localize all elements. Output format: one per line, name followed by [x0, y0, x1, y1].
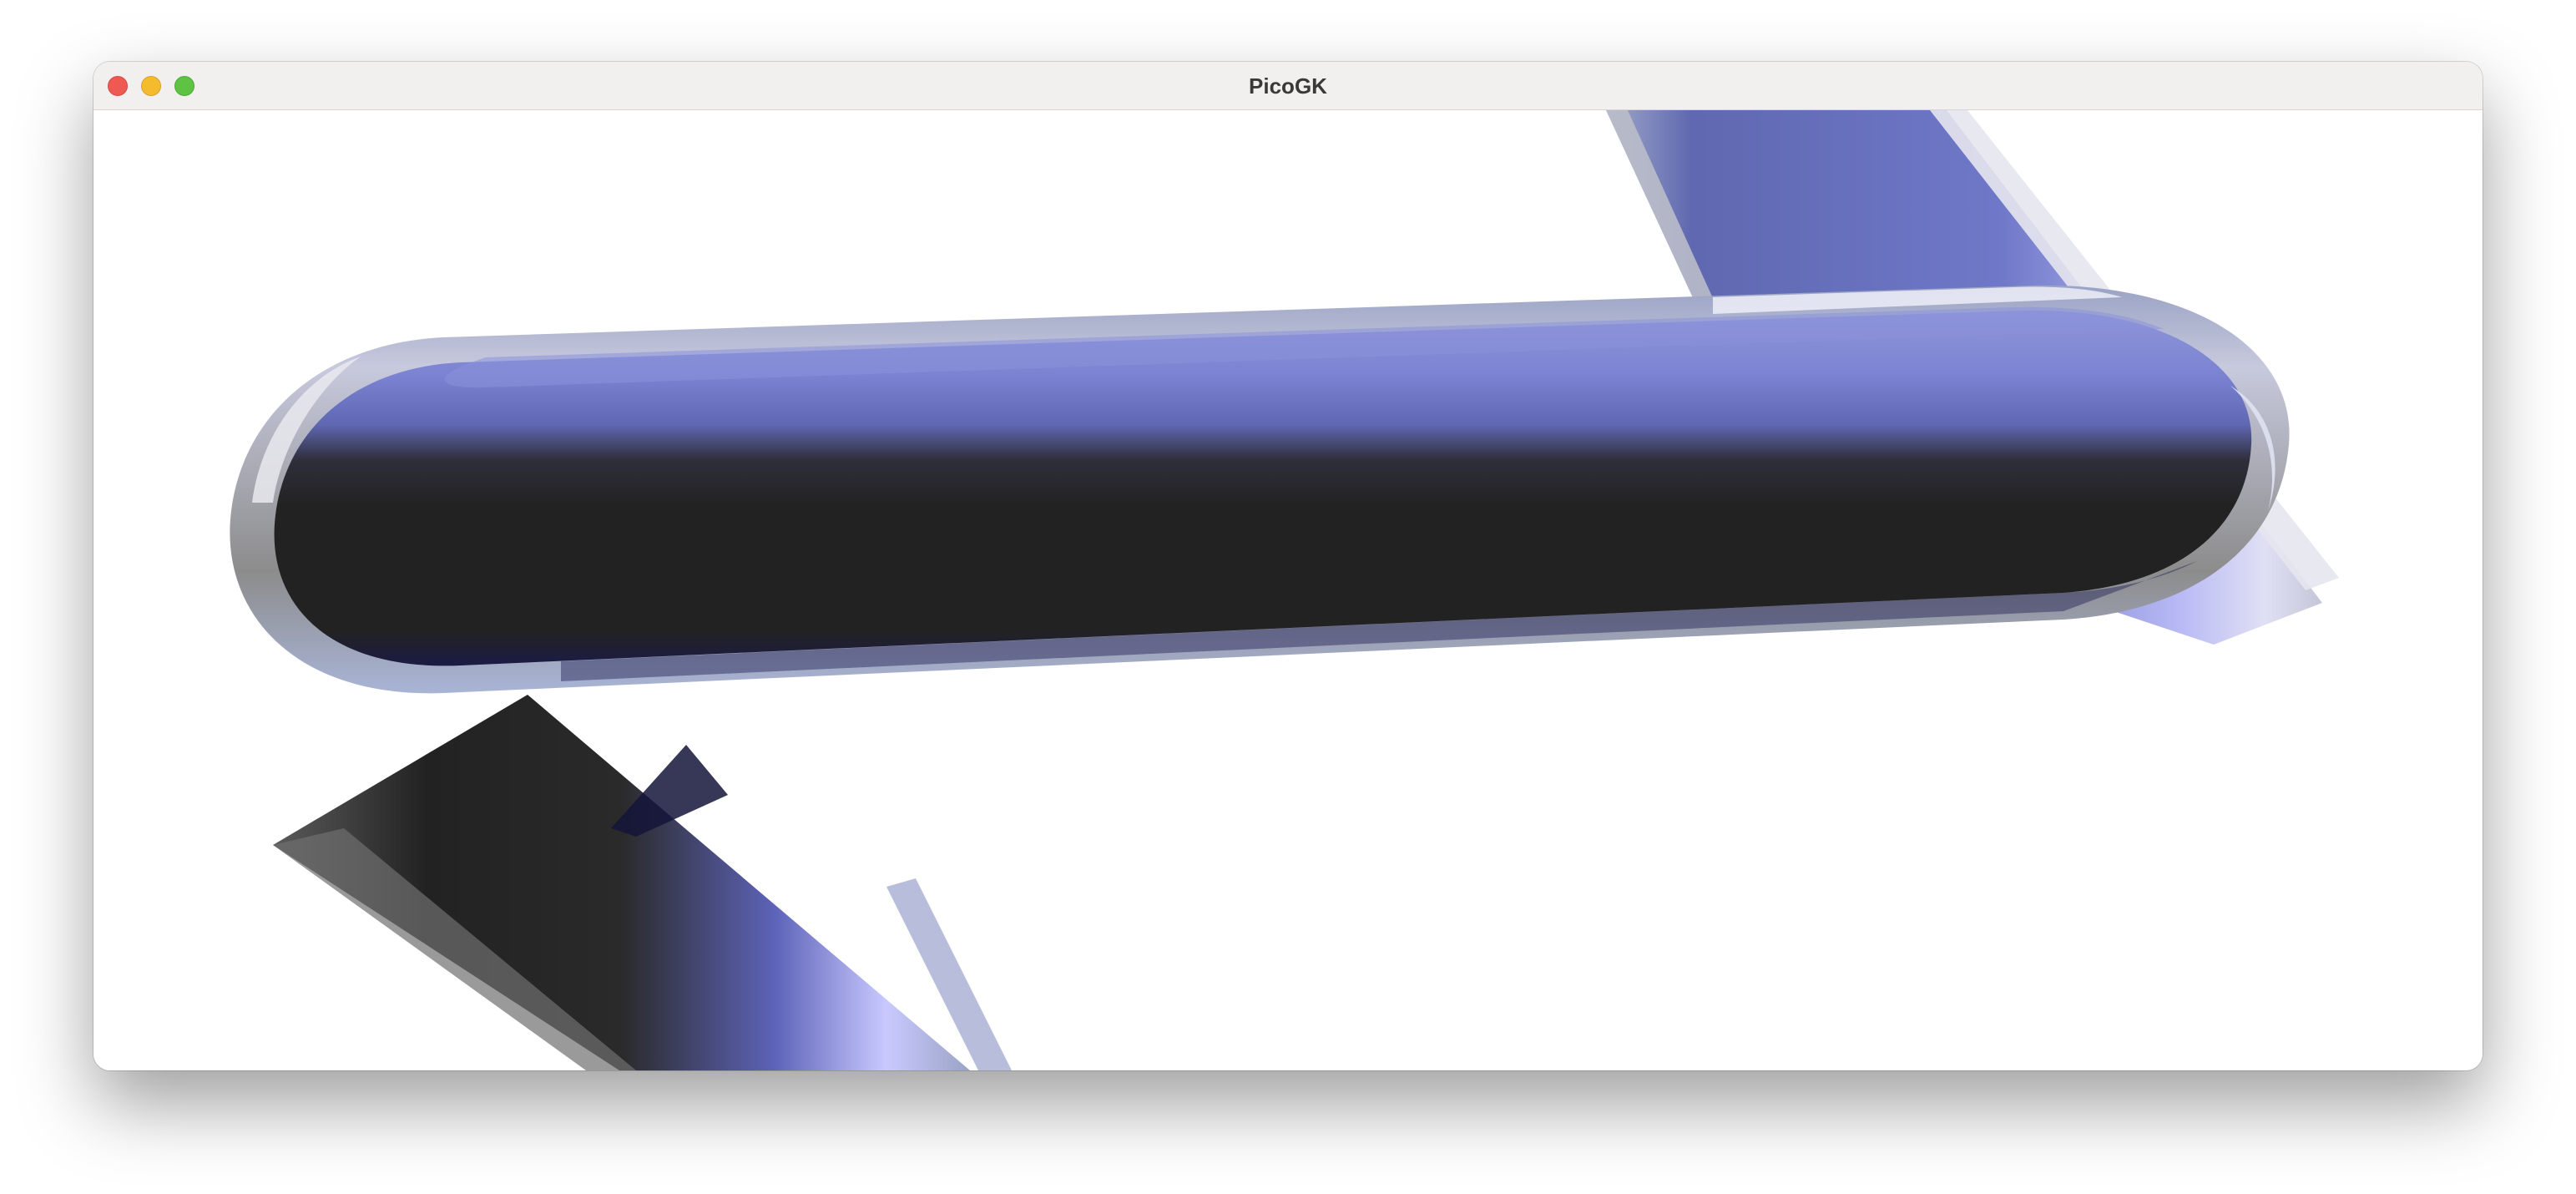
- model-render: [230, 110, 2339, 1070]
- lower-arm: [273, 695, 1012, 1070]
- title-bar[interactable]: PicoGK: [93, 62, 2483, 110]
- app-window: PicoGK: [93, 62, 2483, 1070]
- window-title: PicoGK: [1249, 73, 1327, 99]
- 3d-viewport[interactable]: [93, 110, 2483, 1070]
